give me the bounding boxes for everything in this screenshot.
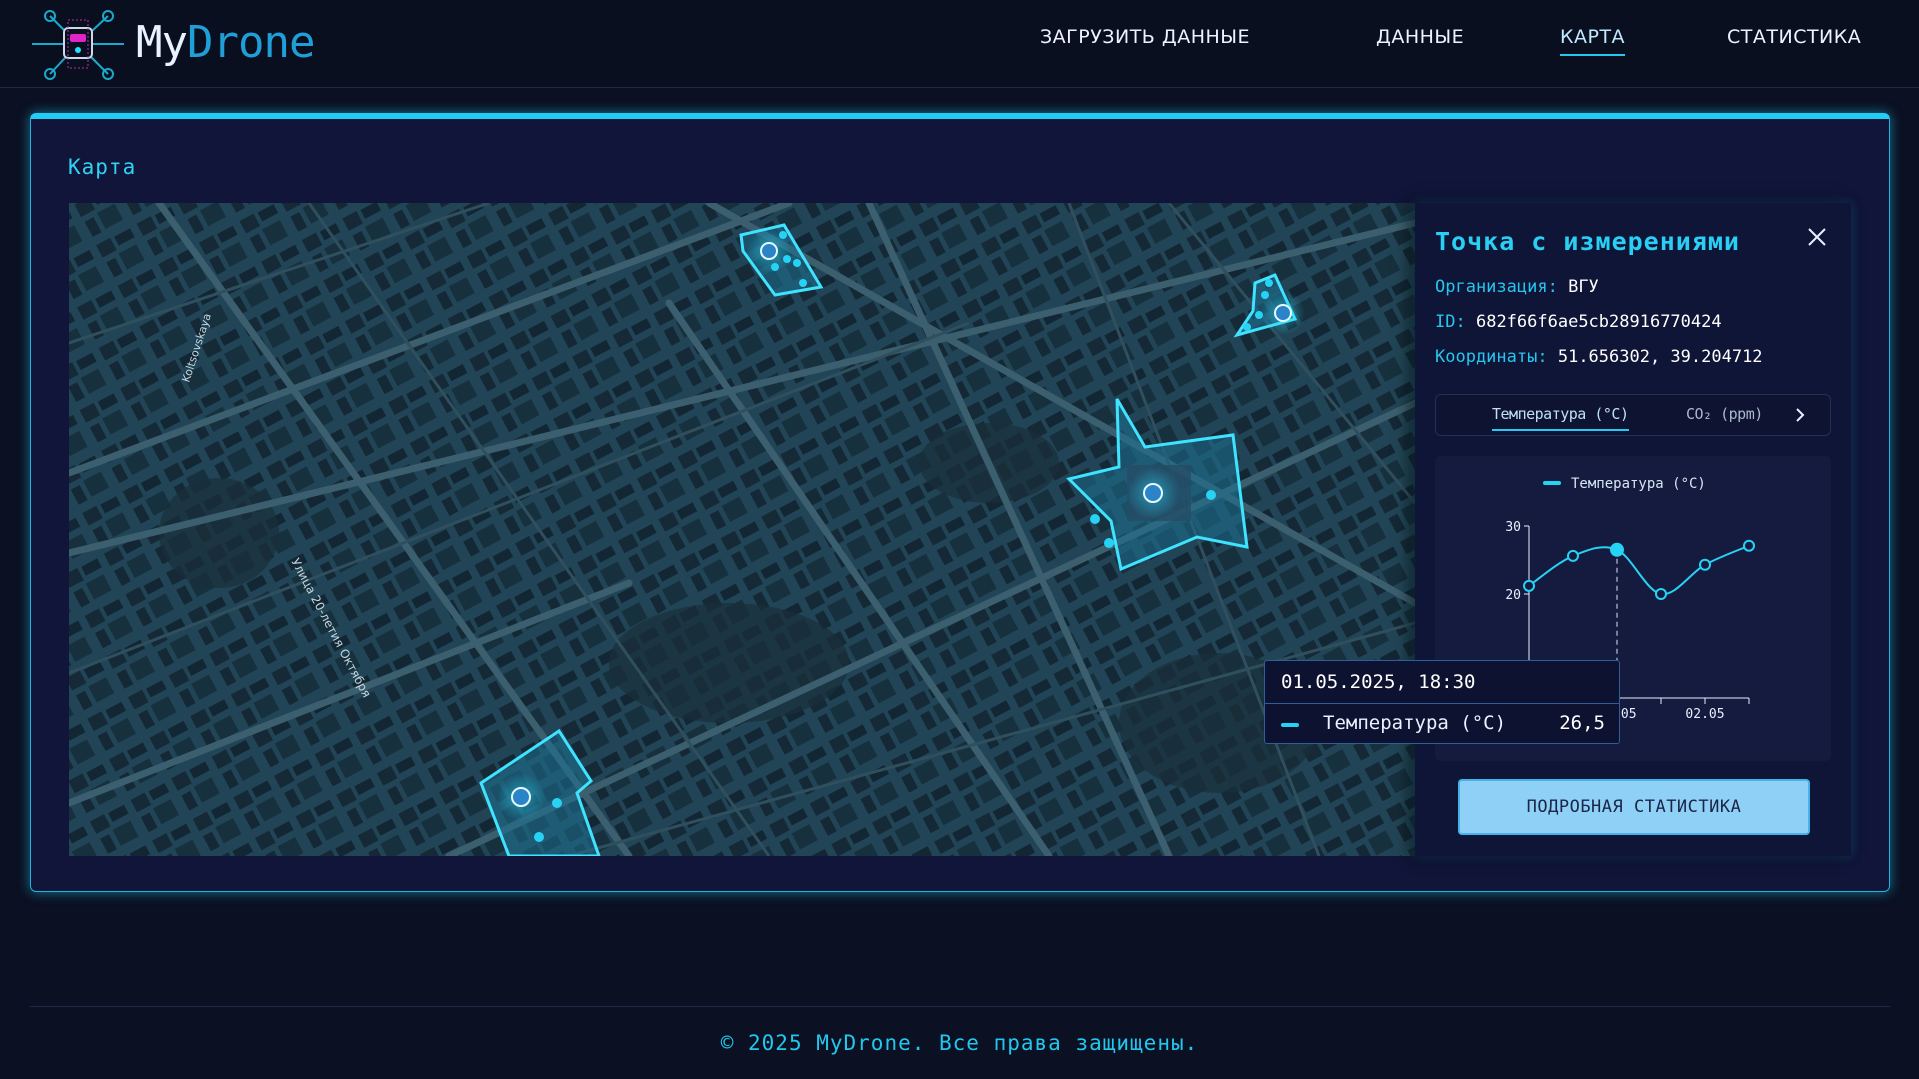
tooltip-value: 26,5 xyxy=(1559,712,1605,734)
chevron-right-icon[interactable] xyxy=(1792,406,1808,424)
chart-point xyxy=(1610,542,1624,557)
chart-point xyxy=(1743,539,1755,552)
panel-title: Точка с измерениями xyxy=(1435,227,1740,256)
id-value: 682f66f6ae5cb28916770424 xyxy=(1475,312,1722,332)
coordinates-label: Координаты: xyxy=(1435,347,1548,367)
chart-ytick-30: 30 xyxy=(1505,520,1521,535)
coordinates-value: 51.656302, 39.204712 xyxy=(1557,347,1763,367)
nav-map[interactable]: КАРТА xyxy=(1560,26,1626,56)
point-details-panel: Точка с измерениями Организация: ВГУ ID:… xyxy=(1415,203,1851,856)
chart-legend-swatch xyxy=(1543,481,1561,485)
footer-divider xyxy=(30,1006,1890,1007)
header: MyDrone ЗАГРУЗИТЬ ДАННЫЕ ДАННЫЕ КАРТА СТ… xyxy=(0,0,1919,88)
detailed-statistics-button[interactable]: ПОДРОБНАЯ СТАТИСТИКА xyxy=(1458,779,1810,835)
chart-point xyxy=(1699,558,1711,571)
close-icon[interactable] xyxy=(1803,223,1831,251)
nav-data[interactable]: ДАННЫЕ xyxy=(1376,26,1464,54)
id-row: ID: 682f66f6ae5cb28916770424 xyxy=(1435,312,1722,332)
chart-xtick-0205: 02.05 xyxy=(1685,707,1724,722)
chart-ytick-20: 20 xyxy=(1505,588,1521,603)
chart-tooltip: 01.05.2025, 18:30 Температура (°C) 26,5 xyxy=(1264,660,1620,744)
chart-legend-label: Температура (°C) xyxy=(1571,476,1706,492)
chart-point xyxy=(1523,579,1535,592)
metric-tabs: Температура (°C) CO₂ (ppm) xyxy=(1435,394,1831,436)
tooltip-datetime: 01.05.2025, 18:30 xyxy=(1281,671,1476,693)
chart-series xyxy=(1523,539,1755,600)
nav-statistics[interactable]: СТАТИСТИКА xyxy=(1727,26,1861,54)
organization-row: Организация: ВГУ xyxy=(1435,277,1599,297)
footer-copyright: © 2025 MyDrone. Все права защищены. xyxy=(720,1031,1199,1055)
tooltip-series-name: Температура (°C) xyxy=(1323,712,1507,734)
chart-point xyxy=(1567,549,1579,562)
tooltip-series-marker xyxy=(1281,723,1299,727)
map-canvas[interactable]: Koltsovskaya Улица 20-летия Октября xyxy=(69,203,1415,856)
organization-label: Организация: xyxy=(1435,277,1558,297)
coordinates-row: Координаты: 51.656302, 39.204712 xyxy=(1435,347,1763,367)
tab-temperature[interactable]: Температура (°C) xyxy=(1492,405,1629,431)
id-label: ID: xyxy=(1435,312,1466,332)
page-title: Карта xyxy=(68,155,137,179)
map-view[interactable]: Koltsovskaya Улица 20-летия Октября xyxy=(69,203,1415,856)
map-card: Карта Koltsovskaya Улица 20-летия Октябр… xyxy=(30,113,1890,892)
tab-co2[interactable]: CO₂ (ppm) xyxy=(1686,405,1763,423)
chart-line xyxy=(1528,544,1750,596)
tooltip-separator xyxy=(1265,703,1619,704)
organization-value: ВГУ xyxy=(1568,277,1599,297)
chart-point xyxy=(1655,588,1667,600)
main-nav: ЗАГРУЗИТЬ ДАННЫЕ ДАННЫЕ КАРТА СТАТИСТИКА xyxy=(0,26,1919,66)
nav-upload-data[interactable]: ЗАГРУЗИТЬ ДАННЫЕ xyxy=(1040,26,1250,54)
